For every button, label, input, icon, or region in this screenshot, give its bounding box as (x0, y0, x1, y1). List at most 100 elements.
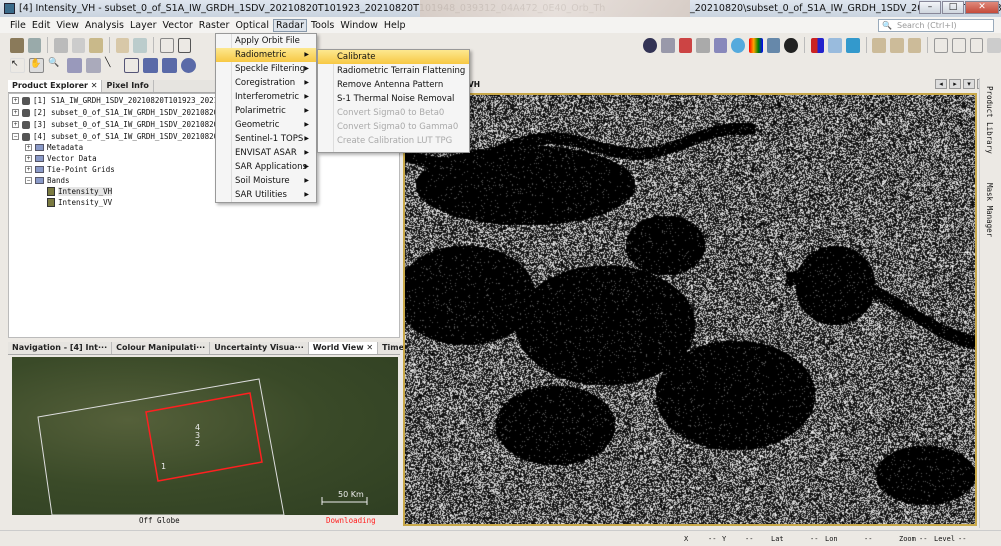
menu-analysis[interactable]: Analysis (83, 20, 126, 31)
menu-item-speckle-filtering[interactable]: Speckle Filtering ▶ (216, 62, 316, 76)
band-node-intensity-vv[interactable]: Intensity_VV (47, 197, 112, 208)
product-node[interactable]: + [1] S1A_IW_GRDH_1SDV_20210820T101923_20… (12, 95, 245, 106)
scroll-right-icon[interactable]: ▸ (949, 79, 961, 89)
polygon-tool-icon[interactable] (162, 57, 177, 73)
window-icon[interactable] (828, 37, 842, 53)
tile-horizontal-icon[interactable] (951, 37, 966, 53)
cut-icon[interactable] (54, 37, 68, 53)
product-node[interactable]: + [2] subset_0_of_S1A_IW_GRDH_1SDV_202108… (12, 107, 245, 118)
menu-vector[interactable]: Vector (161, 20, 195, 31)
eye-icon[interactable] (731, 37, 746, 53)
menu-view[interactable]: View (54, 20, 81, 31)
redo-icon[interactable] (133, 37, 147, 53)
menu-item-thermal-noise-removal[interactable]: S-1 Thermal Noise Removal (318, 92, 469, 106)
menu-item-interferometric[interactable]: Interferometric ▶ (216, 90, 316, 104)
menu-item-coregistration[interactable]: Coregistration ▶ (216, 76, 316, 90)
scroll-left-icon[interactable]: ◂ (935, 79, 947, 89)
tab-uncertainty[interactable]: Uncertainty Visua··· (210, 342, 309, 354)
polygon-icon[interactable] (159, 37, 174, 53)
product-node[interactable]: − [4] subset_0_of_S1A_IW_GRDH_1SDV_202108… (12, 131, 245, 142)
menu-help[interactable]: Help (382, 20, 408, 31)
menu-item-sar-applications[interactable]: SAR Applications ▶ (216, 160, 316, 174)
line-tool-icon[interactable]: ╲ (105, 58, 120, 73)
tile-folder-icon[interactable] (987, 37, 1001, 53)
image-view-tab[interactable]: VH (468, 80, 484, 92)
layer-icon[interactable] (766, 37, 781, 53)
stack-icon[interactable] (661, 37, 675, 53)
rectangle-tool-icon[interactable] (143, 57, 158, 73)
menu-raster[interactable]: Raster (197, 20, 232, 31)
menu-item-radiometric[interactable]: Radiometric ▶ (216, 48, 316, 62)
save-icon[interactable] (27, 37, 42, 53)
tile-vertical-icon[interactable] (934, 37, 948, 53)
status-bar: X -- Y -- Lat -- Lon -- Zoom -- Level -- (0, 530, 1001, 546)
band-node-intensity-vh[interactable]: Intensity_VH (47, 186, 113, 197)
sar-image-view[interactable] (403, 93, 977, 526)
sar-image[interactable] (405, 95, 975, 524)
copy-icon[interactable] (71, 37, 86, 53)
undo-icon[interactable] (115, 37, 130, 53)
lon-value: -- (864, 535, 873, 543)
folder-node-tie-point-grids[interactable]: + Tie-Point Grids (25, 164, 115, 175)
folder-node-metadata[interactable]: + Metadata (25, 142, 83, 153)
pin-icon[interactable] (713, 37, 728, 53)
menu-file[interactable]: File (8, 20, 28, 31)
footprint-label: 1 (161, 462, 167, 471)
globe-icon[interactable] (784, 37, 798, 53)
rgb-icon[interactable] (810, 37, 825, 53)
sync-cursor-icon[interactable] (890, 37, 904, 53)
menu-item-remove-antenna-pattern[interactable]: Remove Antenna Pattern (318, 78, 469, 92)
menu-item-sentinel1-tops[interactable]: Sentinel-1 TOPS ▶ (216, 132, 316, 146)
tab-colour-manipulation[interactable]: Colour Manipulati··· (112, 342, 211, 354)
zoom-tool-icon[interactable]: 🔍 (48, 58, 63, 73)
menu-item-terrain-flattening[interactable]: Radiometric Terrain Flattening (318, 64, 469, 78)
menu-window[interactable]: Window (338, 20, 379, 31)
menu-item-geometric[interactable]: Geometric ▶ (216, 118, 316, 132)
menu-item-soil-moisture[interactable]: Soil Moisture ▶ (216, 174, 316, 188)
tile-grid-icon[interactable] (969, 37, 984, 53)
minimize-button[interactable]: – (919, 1, 941, 14)
menu-item-sar-utilities[interactable]: SAR Utilities ▶ (216, 188, 316, 202)
polyline-tool-icon[interactable] (124, 57, 139, 73)
menu-edit[interactable]: Edit (30, 20, 52, 31)
maximize-button[interactable]: □ (942, 1, 964, 14)
radiometric-submenu: Calibrate Radiometric Terrain Flattening… (317, 49, 470, 153)
tab-navigation[interactable]: Navigation - [4] Int··· (8, 342, 113, 354)
open-icon[interactable] (10, 37, 24, 53)
ellipse-tool-icon[interactable] (181, 57, 196, 73)
close-button[interactable]: ✕ (965, 1, 999, 14)
folder-node-bands[interactable]: − Bands (25, 175, 70, 186)
menu-tools[interactable]: Tools (309, 20, 336, 31)
menu-radar[interactable]: Radar (273, 18, 307, 32)
search-input[interactable]: 🔍 Search (Ctrl+I) (878, 19, 994, 32)
paste-icon[interactable] (89, 37, 103, 53)
menu-item-apply-orbit-file[interactable]: Apply Orbit File (216, 34, 316, 48)
mask-icon[interactable] (678, 37, 693, 53)
tab-pixel-info[interactable]: Pixel Info (102, 80, 154, 92)
sync-view-icon[interactable] (907, 37, 922, 53)
dropdown-icon[interactable]: ▾ (963, 79, 975, 89)
select-tool-icon[interactable]: ↖ (10, 57, 25, 73)
pin-tool-icon[interactable] (67, 57, 82, 73)
mask-manager-button[interactable]: Mask Manager (985, 183, 994, 237)
menu-item-calibrate[interactable]: Calibrate (318, 50, 469, 64)
tab-product-explorer[interactable]: Product Explorer ✕ (8, 80, 103, 92)
pan-tool-icon[interactable]: ✋ (29, 57, 44, 73)
product-node[interactable]: + [3] subset_0_of_S1A_IW_GRDH_1SDV_202108… (12, 119, 245, 130)
product-library-button[interactable]: Product Library (985, 86, 994, 154)
folder-node-vector-data[interactable]: + Vector Data (25, 153, 97, 164)
gcp-icon[interactable] (696, 37, 710, 53)
edit-icon[interactable] (177, 37, 192, 53)
menu-item-envisat-asar[interactable]: ENVISAT ASAR ▶ (216, 146, 316, 160)
tab-world-view[interactable]: World View ✕ (308, 342, 379, 354)
gcp-tool-icon[interactable] (86, 57, 101, 73)
sync-icon[interactable] (872, 37, 886, 53)
world-view-map[interactable]: 4 3 2 1 50 Km (12, 357, 398, 515)
menu-optical[interactable]: Optical (233, 20, 271, 31)
menu-item-polarimetric[interactable]: Polarimetric ▶ (216, 104, 316, 118)
x-label: X (684, 535, 689, 543)
menu-layer[interactable]: Layer (128, 20, 159, 31)
band-icon[interactable] (643, 37, 658, 53)
colour-icon[interactable] (749, 37, 763, 53)
wave-icon[interactable] (845, 37, 860, 53)
